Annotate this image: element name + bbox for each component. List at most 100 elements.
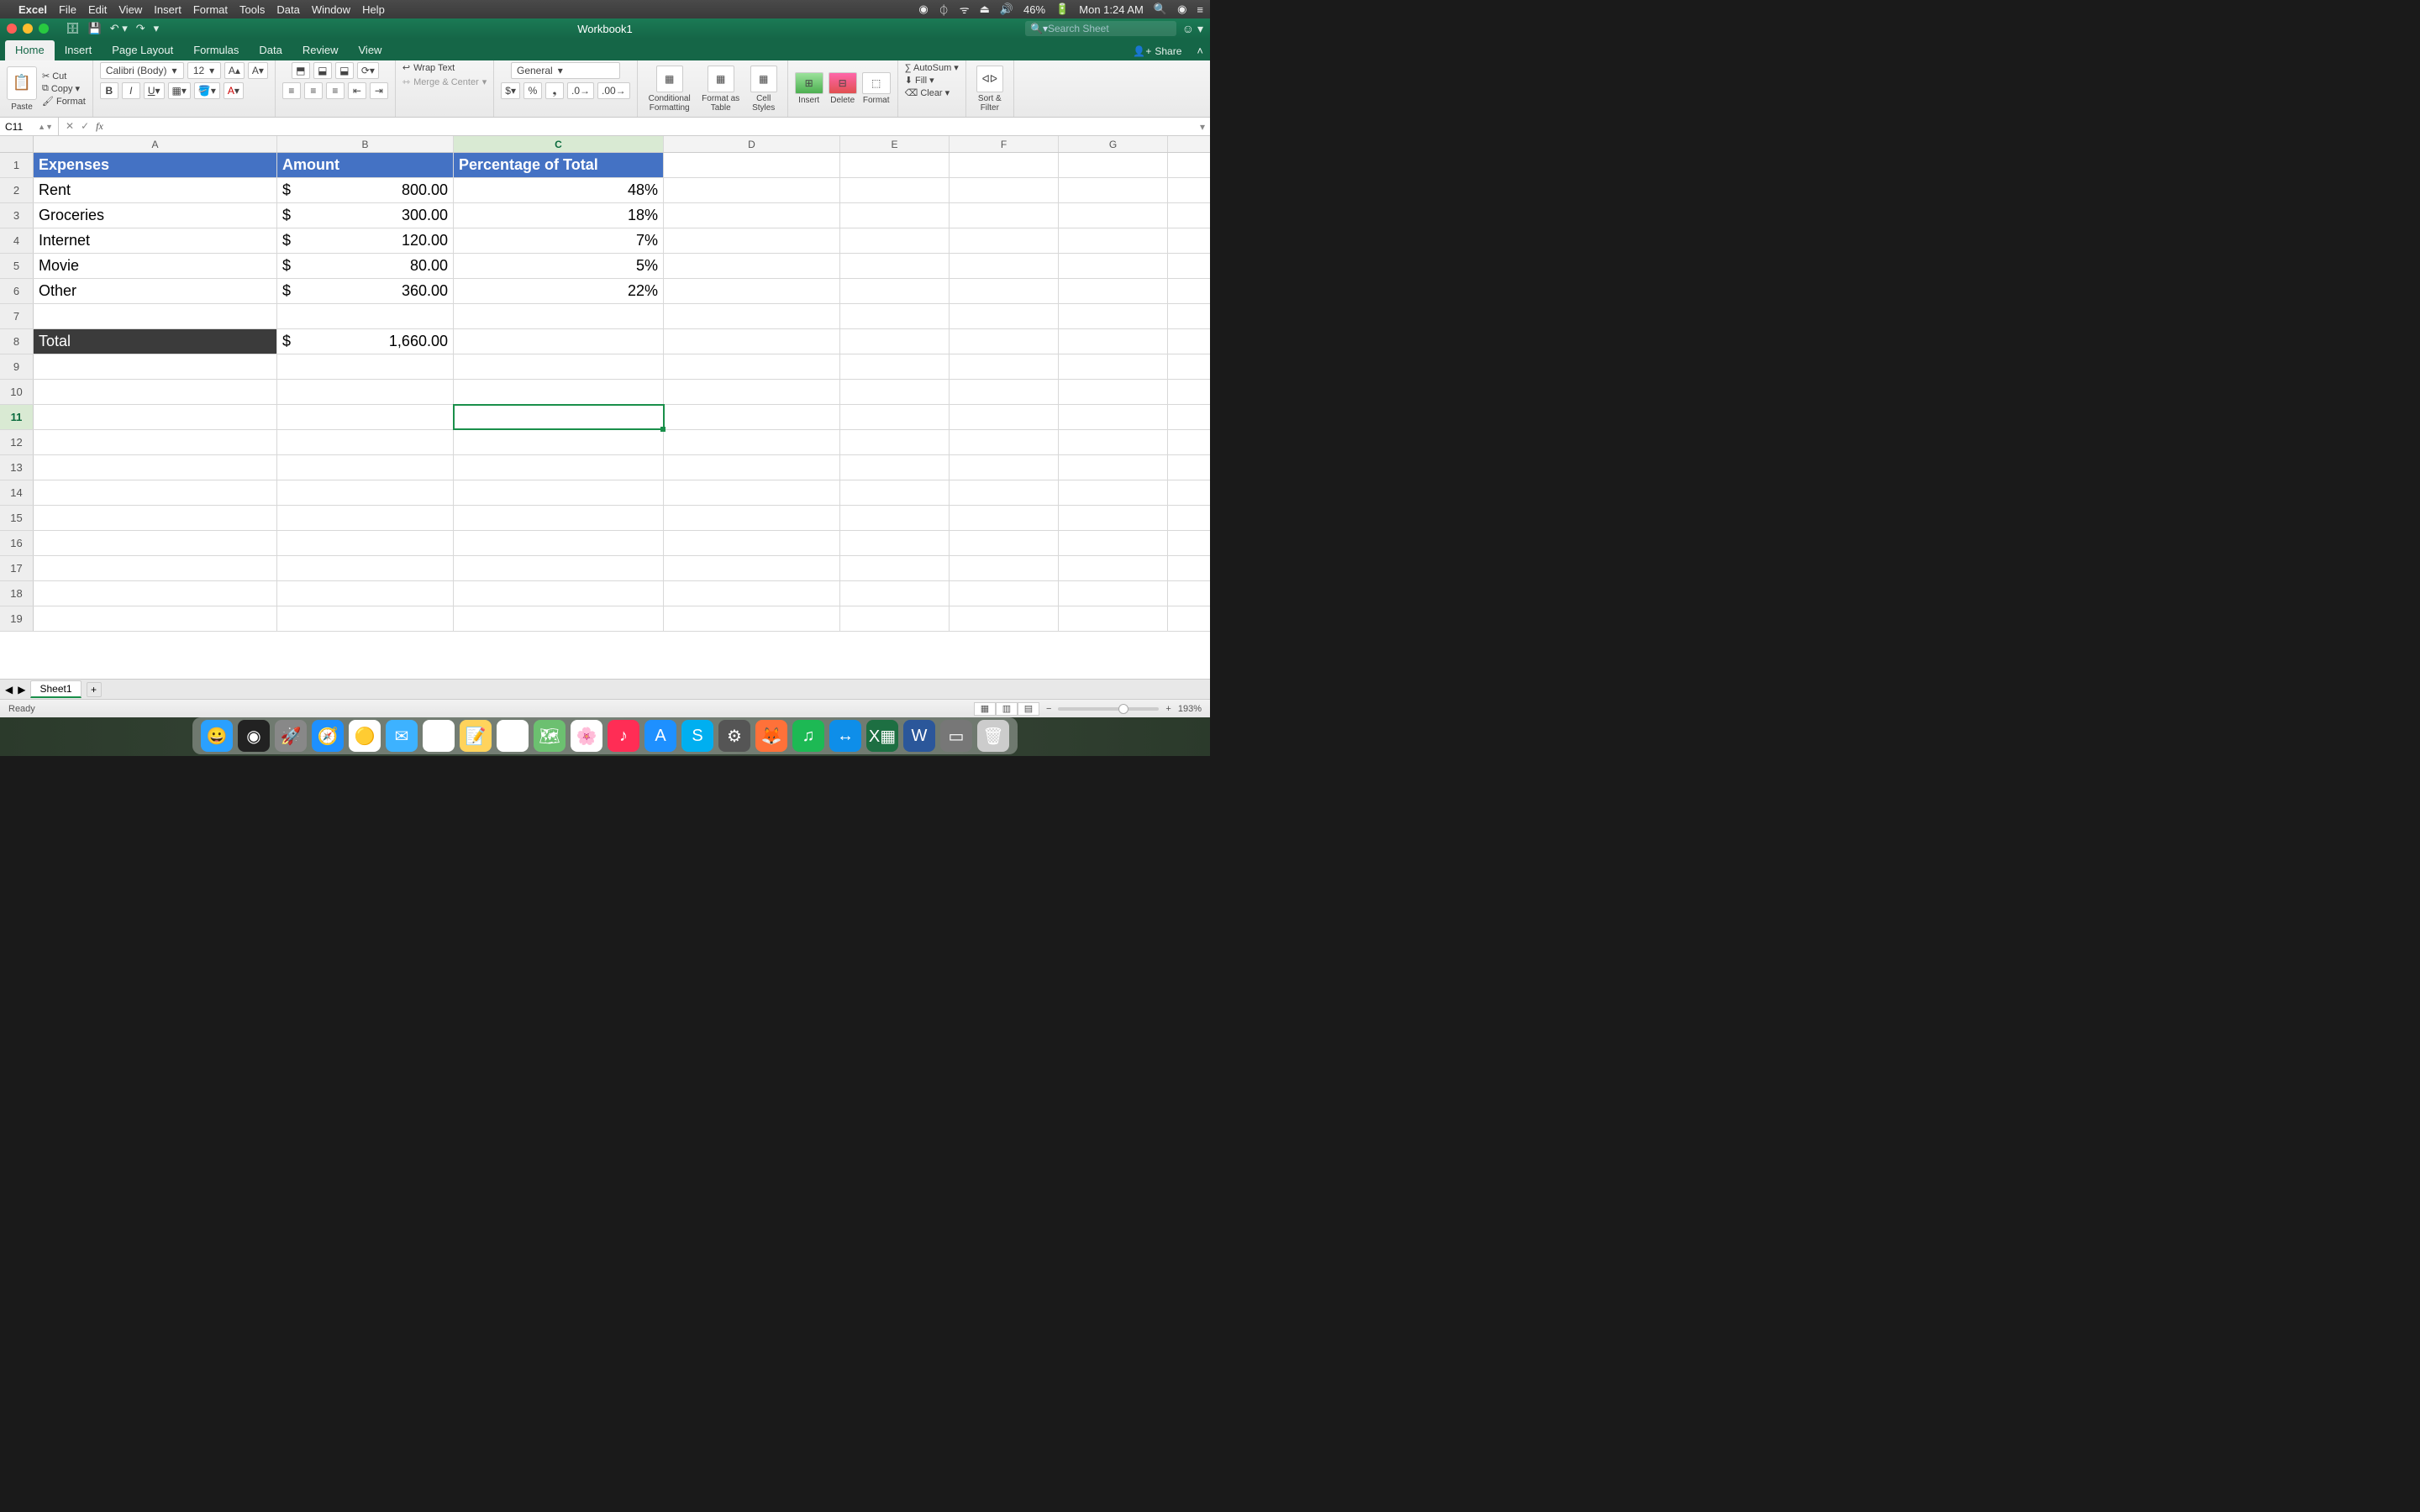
cell[interactable] — [840, 178, 950, 202]
increase-font-button[interactable]: A▴ — [224, 62, 245, 79]
insert-cells-button[interactable]: ⊞ — [795, 72, 823, 94]
close-window[interactable] — [7, 24, 17, 34]
cell[interactable] — [840, 455, 950, 480]
cell[interactable]: $360.00 — [277, 279, 454, 303]
cell[interactable] — [950, 178, 1059, 202]
row-header-2[interactable]: 2 — [0, 178, 34, 202]
share-button[interactable]: 👤+Share — [1124, 42, 1190, 60]
menu-window[interactable]: Window — [312, 3, 350, 16]
qat-redo-icon[interactable]: ↷ — [136, 22, 145, 35]
cell[interactable] — [950, 581, 1059, 606]
cell[interactable] — [1059, 480, 1168, 505]
total-amount[interactable]: $1,660.00 — [277, 329, 454, 354]
sheet-nav-prev-icon[interactable]: ◀ — [5, 684, 13, 696]
tab-home[interactable]: Home — [5, 40, 55, 60]
add-sheet-button[interactable]: + — [87, 682, 102, 697]
cell[interactable] — [454, 606, 664, 631]
feedback-icon[interactable]: ☺ ▾ — [1182, 22, 1203, 36]
dock-safari-icon[interactable]: 🧭 — [312, 720, 344, 752]
header-expenses[interactable]: Expenses — [34, 153, 277, 177]
dock-itunes-icon[interactable]: ♪ — [608, 720, 639, 752]
cell[interactable] — [34, 380, 277, 404]
col-header-D[interactable]: D — [664, 136, 840, 152]
cell[interactable] — [840, 506, 950, 530]
cell[interactable] — [1059, 304, 1168, 328]
row-header-5[interactable]: 5 — [0, 254, 34, 278]
cell[interactable]: Movie — [34, 254, 277, 278]
format-as-table-button[interactable]: ▦ — [708, 66, 734, 92]
menu-file[interactable]: File — [59, 3, 76, 16]
cell[interactable]: Rent — [34, 178, 277, 202]
cell[interactable] — [840, 480, 950, 505]
cell[interactable] — [950, 556, 1059, 580]
cell[interactable] — [840, 203, 950, 228]
cell[interactable] — [664, 455, 840, 480]
sheet-tab[interactable]: Sheet1 — [30, 680, 81, 698]
align-top-button[interactable]: ⬒ — [292, 62, 310, 79]
notification-center-icon[interactable]: ≡ — [1197, 3, 1203, 16]
cell[interactable] — [1059, 556, 1168, 580]
col-header-F[interactable]: F — [950, 136, 1059, 152]
dock-maps-icon[interactable]: 🗺 — [534, 720, 566, 752]
autosum-button[interactable]: ∑ AutoSum ▾ — [905, 62, 959, 73]
tab-page-layout[interactable]: Page Layout — [102, 40, 183, 60]
cell[interactable] — [34, 556, 277, 580]
cell[interactable] — [277, 581, 454, 606]
cell[interactable] — [277, 354, 454, 379]
cell[interactable] — [277, 405, 454, 429]
cell[interactable] — [840, 606, 950, 631]
orientation-button[interactable]: ⟳▾ — [357, 62, 379, 79]
cell[interactable] — [277, 606, 454, 631]
zoom-slider[interactable] — [1058, 707, 1159, 711]
zoom-in-button[interactable]: + — [1165, 704, 1171, 714]
menu-insert[interactable]: Insert — [154, 3, 182, 16]
cell[interactable] — [454, 329, 664, 354]
increase-decimal-button[interactable]: .0→ — [567, 82, 594, 99]
cell[interactable] — [1059, 405, 1168, 429]
dock-notes-icon[interactable]: 📝 — [460, 720, 492, 752]
row-header-8[interactable]: 8 — [0, 329, 34, 354]
cell[interactable] — [950, 304, 1059, 328]
cell[interactable] — [664, 380, 840, 404]
row-header-18[interactable]: 18 — [0, 581, 34, 606]
row-header-12[interactable]: 12 — [0, 430, 34, 454]
delete-cells-button[interactable]: ⊟ — [829, 72, 857, 94]
col-header-B[interactable]: B — [277, 136, 454, 152]
cell[interactable] — [664, 531, 840, 555]
cell[interactable] — [950, 329, 1059, 354]
row-header-3[interactable]: 3 — [0, 203, 34, 228]
currency-button[interactable]: $▾ — [501, 82, 520, 99]
cell[interactable] — [664, 279, 840, 303]
header-percentage[interactable]: Percentage of Total — [454, 153, 664, 177]
cell[interactable] — [664, 254, 840, 278]
dock-photos-icon[interactable]: 🌸 — [571, 720, 602, 752]
qat-autosave-icon[interactable]: 🗄 — [66, 22, 80, 35]
decrease-font-button[interactable]: A▾ — [248, 62, 268, 79]
cell[interactable] — [840, 531, 950, 555]
row-header-11[interactable]: 11 — [0, 405, 34, 429]
cell[interactable] — [454, 556, 664, 580]
battery-icon[interactable]: 🔋 — [1055, 3, 1069, 16]
dock-trash-icon[interactable]: 🗑 — [977, 720, 1009, 752]
cell[interactable]: $80.00 — [277, 254, 454, 278]
cell[interactable] — [1059, 329, 1168, 354]
cell[interactable] — [840, 153, 950, 177]
menu-edit[interactable]: Edit — [88, 3, 107, 16]
dock-word-icon[interactable]: W — [903, 720, 935, 752]
cell[interactable] — [950, 455, 1059, 480]
cell[interactable] — [664, 480, 840, 505]
col-header-G[interactable]: G — [1059, 136, 1168, 152]
col-header-A[interactable]: A — [34, 136, 277, 152]
cell[interactable] — [454, 455, 664, 480]
fill-color-button[interactable]: 🪣▾ — [194, 82, 220, 99]
format-cells-button[interactable]: ⬚ — [862, 72, 891, 94]
zoom-window[interactable] — [39, 24, 49, 34]
cell[interactable] — [664, 606, 840, 631]
dock-teamviewer-icon[interactable]: ↔ — [829, 720, 861, 752]
clock[interactable]: Mon 1:24 AM — [1079, 3, 1144, 16]
view-page-break-icon[interactable]: ▤ — [1018, 702, 1039, 716]
cell[interactable] — [950, 480, 1059, 505]
cell[interactable] — [1059, 606, 1168, 631]
enter-formula-icon[interactable]: ✓ — [81, 120, 89, 133]
cell[interactable] — [950, 506, 1059, 530]
